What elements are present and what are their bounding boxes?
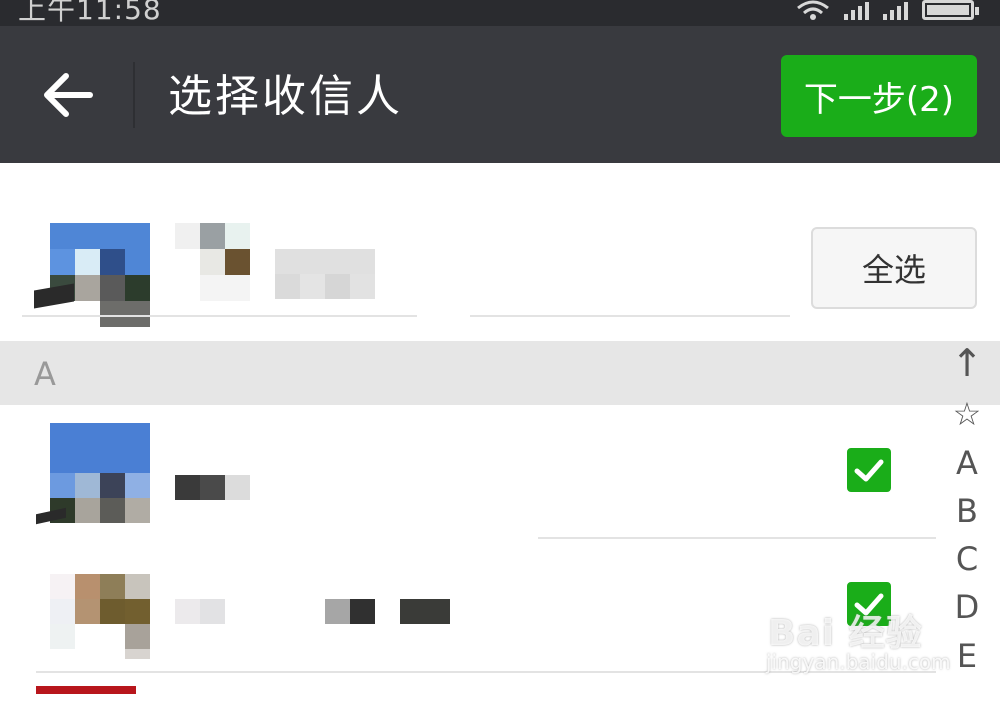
group-avatar-extra-2 (225, 223, 250, 249)
index-letter-d[interactable]: D (944, 588, 990, 626)
group-avatar-extra (225, 249, 250, 275)
contact-row[interactable] (0, 405, 940, 539)
contact-name-placeholder (175, 475, 250, 500)
back-arrow-icon (44, 73, 93, 117)
header-underline-right (470, 315, 790, 317)
status-time: 上午11:58 (18, 0, 162, 26)
status-bar: 上午11:58 (0, 0, 1000, 26)
next-step-button[interactable]: 下一步(2) (781, 55, 977, 137)
select-all-button[interactable]: 全选 (811, 227, 977, 309)
section-letter: A (34, 355, 56, 393)
header-underline-left (22, 315, 417, 317)
battery-icon (922, 0, 979, 20)
selected-header-row: 全选 (0, 163, 1000, 341)
index-letter-b[interactable]: B (944, 492, 990, 530)
index-letter-c[interactable]: C (944, 540, 990, 578)
baidu-watermark: Bai 经验 (768, 613, 923, 654)
group-name-placeholder (275, 249, 375, 299)
alphabet-index-bar[interactable]: ↑ ☆ A B C D E (944, 341, 990, 701)
index-top-arrow[interactable]: ↑ (944, 341, 990, 385)
status-icons (796, 0, 979, 20)
index-star[interactable]: ☆ (944, 395, 990, 433)
page-title: 选择收信人 (168, 71, 403, 122)
contact-avatar (50, 574, 150, 674)
baidu-watermark-url: jingyan.baidu.com (766, 650, 951, 674)
section-header: A (0, 341, 1000, 405)
contact-name-placeholder (175, 599, 450, 624)
signal-icon (844, 2, 869, 20)
check-icon (854, 459, 884, 482)
wifi-icon (797, 0, 829, 20)
app-bar-divider (133, 62, 135, 128)
back-button[interactable] (30, 60, 106, 130)
contact-avatar-partial (36, 686, 136, 694)
contact-checkbox[interactable] (847, 448, 891, 492)
signal-icon-2 (883, 2, 908, 20)
app-bar: 选择收信人 下一步(2) (0, 26, 1000, 163)
contact-avatar (36, 423, 151, 525)
index-letter-a[interactable]: A (944, 444, 990, 482)
group-avatar[interactable] (34, 223, 250, 327)
